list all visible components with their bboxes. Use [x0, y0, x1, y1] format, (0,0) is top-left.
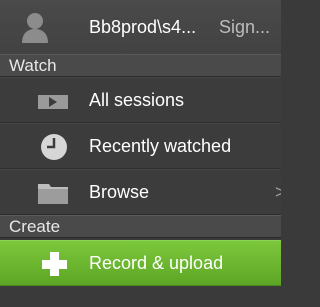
- menu-item-record-upload[interactable]: Record & upload: [0, 240, 281, 286]
- side-menu: Bb8prod\s4... Sign... Watch All sessions…: [0, 0, 281, 307]
- sign-out-link[interactable]: Sign...: [219, 17, 270, 38]
- user-avatar-icon: [22, 13, 48, 43]
- section-header-create: Create: [0, 215, 281, 238]
- menu-item-label: Record & upload: [89, 253, 224, 273]
- menu-item-recently-watched[interactable]: Recently watched: [0, 123, 281, 169]
- plus-icon: [42, 252, 67, 276]
- menu-item-label: Browse: [89, 182, 150, 202]
- menu-item-browse[interactable]: Browse >: [0, 169, 281, 215]
- account-name: Bb8prod\s4...: [89, 17, 197, 37]
- section-title: Watch: [9, 56, 57, 75]
- menu-bottom-area: [0, 286, 281, 307]
- chevron-right-icon: >: [275, 182, 281, 202]
- clock-icon: [41, 134, 67, 160]
- menu-item-label: All sessions: [89, 90, 185, 110]
- account-row[interactable]: Bb8prod\s4... Sign...: [0, 0, 281, 55]
- folder-icon: [38, 184, 68, 204]
- section-header-watch: Watch: [0, 54, 281, 77]
- menu-item-label: Recently watched: [89, 136, 232, 156]
- menu-item-all-sessions[interactable]: All sessions: [0, 77, 281, 123]
- video-play-icon: [38, 95, 68, 109]
- section-title: Create: [9, 217, 61, 236]
